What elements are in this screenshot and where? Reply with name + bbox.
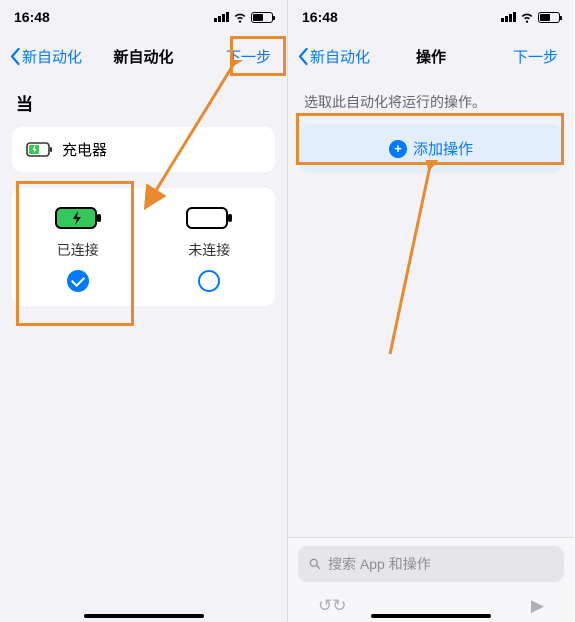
status-bar: 16:48 (0, 0, 287, 34)
back-button[interactable]: 新自动化 (298, 46, 370, 67)
add-action-label: 添加操作 (413, 138, 473, 159)
search-input[interactable]: 搜索 App 和操作 (298, 546, 564, 582)
next-button[interactable]: 下一步 (220, 42, 277, 71)
next-button[interactable]: 下一步 (507, 42, 564, 71)
search-icon (308, 557, 322, 571)
wifi-icon (520, 10, 534, 24)
battery-empty-icon (185, 206, 233, 230)
hint-text: 选取此自动化将运行的操作。 (288, 78, 574, 124)
connection-options: 已连接 未连接 (12, 188, 275, 306)
nav-title: 新自动化 (113, 46, 173, 67)
cellular-icon (214, 12, 229, 22)
chevron-left-icon (10, 48, 20, 65)
status-bar: 16:48 (288, 0, 574, 34)
option-disconnected-label: 未连接 (188, 240, 230, 260)
clock: 16:48 (14, 9, 50, 25)
screen-actions: 16:48 新自动化 操作 下一步 选取此自动化将运行的操作。 + 添加操作 搜… (287, 0, 574, 622)
search-placeholder: 搜索 App 和操作 (328, 554, 431, 574)
chevron-left-icon (298, 48, 308, 65)
section-header-when: 当 (0, 78, 287, 123)
back-label: 新自动化 (310, 46, 370, 67)
nav-bar: 新自动化 操作 下一步 (288, 34, 574, 78)
redo-icon[interactable]: ↻ (332, 596, 346, 616)
play-icon[interactable]: ▶ (531, 596, 544, 616)
clock: 16:48 (302, 9, 338, 25)
option-connected[interactable]: 已连接 (12, 206, 144, 292)
plus-circle-icon: + (389, 140, 407, 158)
nav-title: 操作 (416, 46, 446, 67)
trigger-charger-row[interactable]: 充电器 (12, 127, 275, 172)
option-connected-label: 已连接 (57, 240, 99, 260)
back-button[interactable]: 新自动化 (10, 46, 82, 67)
status-icons (501, 10, 560, 24)
bottom-bar: 搜索 App 和操作 ↺ ↻ ▶ (288, 537, 574, 622)
status-icons (214, 10, 273, 24)
battery-charging-icon (54, 206, 102, 230)
undo-icon[interactable]: ↺ (318, 596, 332, 616)
wifi-icon (233, 10, 247, 24)
charger-label: 充电器 (62, 139, 107, 160)
home-indicator[interactable] (371, 614, 491, 618)
cellular-icon (501, 12, 516, 22)
option-disconnected[interactable]: 未连接 (144, 206, 276, 292)
radio-checked-icon (67, 270, 89, 292)
battery-icon (251, 12, 273, 23)
charger-icon (26, 142, 52, 157)
add-action-button[interactable]: + 添加操作 (300, 124, 562, 173)
screen-new-automation: 16:48 新自动化 新自动化 下一步 当 充电器 (0, 0, 287, 622)
radio-unchecked-icon (198, 270, 220, 292)
back-label: 新自动化 (22, 46, 82, 67)
home-indicator[interactable] (84, 614, 204, 618)
battery-icon (538, 12, 560, 23)
nav-bar: 新自动化 新自动化 下一步 (0, 34, 287, 78)
